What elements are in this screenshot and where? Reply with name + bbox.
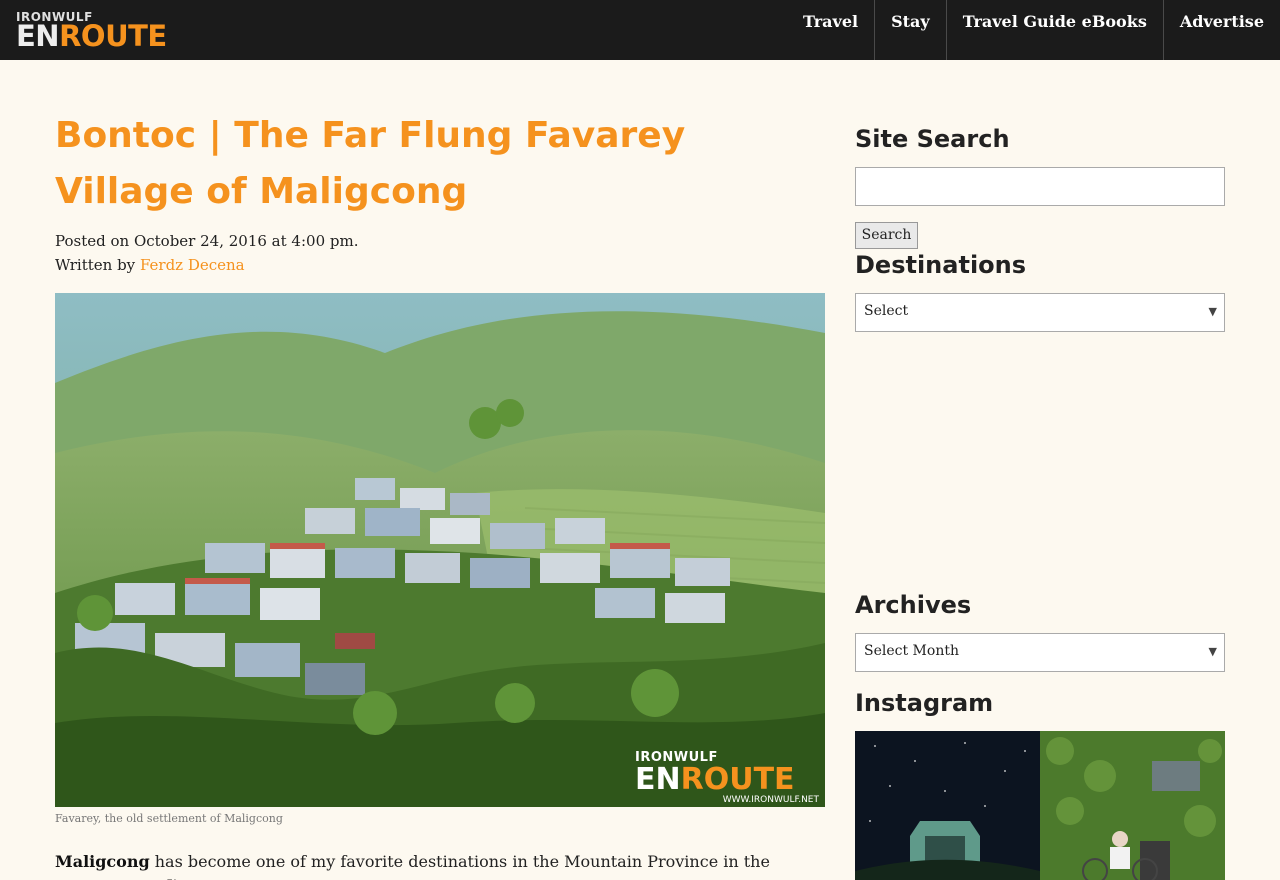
instagram-feed xyxy=(855,731,1225,880)
written-by-label: Written by xyxy=(55,256,136,274)
destinations-selected: Select xyxy=(864,303,909,319)
watermark-route: ROUTE xyxy=(680,762,795,797)
author-link[interactable]: Ferdz Decena xyxy=(140,256,245,274)
watermark-main: ENROUTE xyxy=(635,765,821,795)
search-input[interactable] xyxy=(855,167,1225,206)
destinations-heading: Destinations xyxy=(855,251,1027,279)
destinations-select[interactable]: Select ▼ xyxy=(855,293,1225,332)
logo-route: ROUTE xyxy=(59,19,167,53)
chevron-down-icon: ▼ xyxy=(1208,305,1217,318)
site-logo[interactable]: IRONWULF ENROUTE xyxy=(16,10,178,52)
byline: Written by Ferdz Decena xyxy=(55,253,358,277)
instagram-photo[interactable] xyxy=(1040,731,1225,880)
watermark-en: EN xyxy=(635,762,681,797)
intro-bold: Maligcong xyxy=(55,852,150,871)
image-watermark: IRONWULF ENROUTE WWW.IRONWULF.NET xyxy=(635,750,821,805)
nav-travel-guide-ebooks[interactable]: Travel Guide eBooks xyxy=(945,0,1163,60)
logo-main-text: ENROUTE xyxy=(16,21,167,51)
article-meta: Posted on October 24, 2016 at 4:00 pm. W… xyxy=(55,229,358,277)
main-nav: Travel Stay Travel Guide eBooks Advertis… xyxy=(787,0,1280,60)
logo-en: EN xyxy=(16,19,60,53)
night-sky-photo xyxy=(855,731,1040,880)
hero-image[interactable]: IRONWULF ENROUTE WWW.IRONWULF.NET xyxy=(55,293,825,807)
intro-text: has become one of my favorite destinatio… xyxy=(55,852,770,880)
instagram-heading: Instagram xyxy=(855,689,994,717)
nav-advertise[interactable]: Advertise xyxy=(1162,0,1280,60)
site-search-heading: Site Search xyxy=(855,125,1010,153)
article-title: Bontoc | The Far Flung Favarey Village o… xyxy=(55,115,686,212)
archives-heading: Archives xyxy=(855,591,972,619)
top-navbar: IRONWULF ENROUTE Travel Stay Travel Guid… xyxy=(0,0,1280,60)
chevron-down-icon: ▼ xyxy=(1208,645,1217,658)
hero-photo-illustration xyxy=(55,293,825,807)
nav-stay[interactable]: Stay xyxy=(874,0,946,60)
archives-selected: Select Month xyxy=(864,643,959,659)
post-date: Posted on October 24, 2016 at 4:00 pm. xyxy=(55,232,359,250)
archives-select[interactable]: Select Month ▼ xyxy=(855,633,1225,672)
article-intro: Maligcong has become one of my favorite … xyxy=(55,850,825,880)
search-button[interactable]: Search xyxy=(855,222,918,249)
instagram-photo[interactable] xyxy=(855,731,1040,880)
ivy-wall-photo xyxy=(1040,731,1225,880)
nav-travel[interactable]: Travel xyxy=(787,0,874,60)
image-caption: Favarey, the old settlement of Maligcong xyxy=(55,812,283,825)
